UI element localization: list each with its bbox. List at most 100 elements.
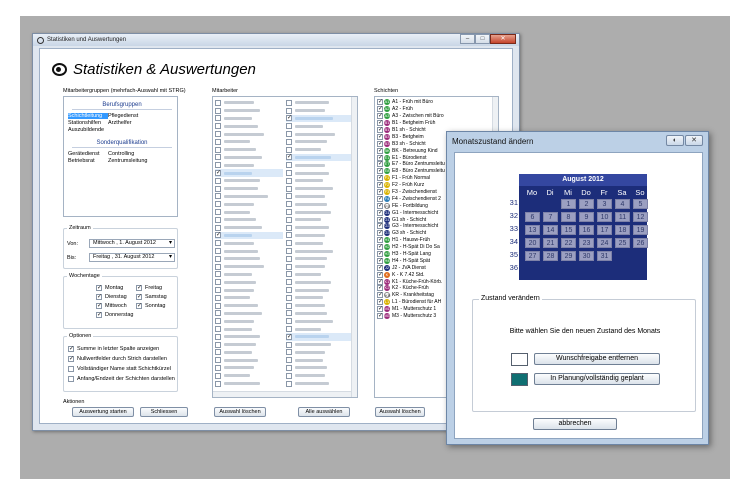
mitarbeiter-item[interactable] [215,99,283,107]
mitarbeiter-item[interactable] [286,380,352,388]
mitarbeiter-item[interactable] [286,341,352,349]
mitarbeiter-item[interactable] [215,325,283,333]
mitarbeiter-item[interactable] [215,317,283,325]
calendar-day[interactable]: 18 [615,225,630,235]
mitarbeiter-item[interactable] [286,349,352,357]
weekday-checkbox[interactable]: Sonntag [136,302,166,310]
mitarbeiter-item[interactable] [286,185,352,193]
calendar-day[interactable]: 29 [561,251,576,261]
mitarbeiter-item[interactable] [286,169,352,177]
mitarbeiter-item[interactable] [215,169,283,177]
mitarbeiter-item[interactable] [215,380,283,388]
mitarbeiter-item[interactable] [286,372,352,380]
mitarbeiter-item[interactable] [215,122,283,130]
mitarbeiter-item[interactable] [215,216,283,224]
mitarbeiter-item[interactable] [286,310,352,318]
mitarbeiter-item[interactable] [215,154,283,162]
calendar-day[interactable]: 12 [633,212,648,222]
bis-date-picker[interactable]: Freitag , 31. August 2012 [89,253,175,262]
mitarbeiter-item[interactable] [215,372,283,380]
mitarbeiter-item[interactable] [286,114,352,122]
weekday-checkbox[interactable]: Montag [96,284,123,292]
calendar-day[interactable]: 20 [525,238,540,248]
mitarbeiter-item[interactable] [215,263,283,271]
mitarbeiter-item[interactable] [215,146,283,154]
calendar-day[interactable]: 2 [579,199,594,209]
calendar-day[interactable]: 17 [597,225,612,235]
mitarbeiter-item[interactable] [215,302,283,310]
calendar-day[interactable]: 28 [543,251,558,261]
option-checkbox[interactable]: Anfang/Endzeit der Schichten darstellen [68,376,175,382]
mitarbeiter-item[interactable] [215,310,283,318]
mitarbeiter-item[interactable] [286,294,352,302]
schicht-item[interactable]: A3A3 - Zwischen mit Büro [377,113,489,120]
calendar-day[interactable]: 11 [615,212,630,222]
mitarbeiter-item[interactable] [286,122,352,130]
mitarbeiter-item[interactable] [286,263,352,271]
calendar-day[interactable]: 31 [597,251,612,261]
mitarbeiter-item[interactable] [286,286,352,294]
mitarbeiter-item[interactable] [215,247,283,255]
auswertung-starten-button[interactable]: Auswertung starten [72,407,134,417]
abbrechen-button[interactable]: abbrechen [533,418,617,430]
calendar-day[interactable]: 16 [579,225,594,235]
mitarbeiter-item[interactable] [286,255,352,263]
calendar-day[interactable]: 23 [579,238,594,248]
alle-auswaehlen-button[interactable]: Alle auswählen [298,407,350,417]
mitarbeiter-item[interactable] [286,161,352,169]
calendar-day[interactable]: 4 [615,199,630,209]
calendar-day[interactable]: 13 [525,225,540,235]
mitarbeiter-item[interactable] [286,146,352,154]
mitarbeiter-item[interactable] [215,255,283,263]
mitarbeiter-item[interactable] [286,138,352,146]
calendar-day[interactable]: 5 [633,199,648,209]
mitarbeiter-item[interactable] [215,294,283,302]
group-item[interactable]: Stationshilfen [68,120,108,126]
mitarbeiter-item[interactable] [215,130,283,138]
mitarbeiter-item[interactable] [215,224,283,232]
mitarbeiter-auswahl-loeschen-button[interactable]: Auswahl löschen [214,407,266,417]
schicht-item[interactable]: A2A2 - Früh [377,106,489,113]
calendar-day[interactable]: 19 [633,225,648,235]
mitarbeiter-item[interactable] [286,317,352,325]
mitarbeiter-item[interactable] [286,232,352,240]
mitarbeiter-item[interactable] [215,271,283,279]
maximize-button[interactable]: □ [475,34,490,44]
mitarbeiter-item[interactable] [286,216,352,224]
mitarbeiter-item[interactable] [215,193,283,201]
mitarbeiter-item[interactable] [215,115,283,123]
mitarbeiter-item[interactable] [286,356,352,364]
mitarbeiter-item[interactable] [215,286,283,294]
mitarbeiter-item[interactable] [286,208,352,216]
weekday-checkbox[interactable]: Samstag [136,293,167,301]
mitarbeiter-item[interactable] [286,99,352,107]
mitarbeiter-item[interactable] [286,200,352,208]
calendar-day[interactable]: 1 [561,199,576,209]
mitarbeiter-item[interactable] [286,333,352,341]
mitarbeiter-item[interactable] [286,177,352,185]
calendar-day[interactable]: 14 [543,225,558,235]
mitarbeiter-item[interactable] [215,231,283,239]
mitarbeiter-horizontal-scrollbar[interactable] [213,391,353,397]
mitarbeiter-item[interactable] [286,364,352,372]
mitarbeiter-vertical-scrollbar[interactable] [351,97,357,397]
calendar-day[interactable]: 24 [597,238,612,248]
option-checkbox[interactable]: Summe in letzter Spalte anzeigen [68,345,159,353]
calendar-day[interactable]: 26 [633,238,648,248]
mitarbeiter-item[interactable] [215,364,283,372]
group-item[interactable]: Auszubildende [68,127,108,133]
calendar-day[interactable]: 3 [597,199,612,209]
mitarbeiter-item[interactable] [215,278,283,286]
schicht-item[interactable]: A1A1 - Früh mit Büro [377,99,489,106]
wunschfreigabe-entfernen-button[interactable]: Wunschfreigabe entfernen [534,353,660,365]
mitarbeiter-item[interactable] [215,356,283,364]
calendar-day[interactable]: 25 [615,238,630,248]
schicht-item[interactable]: B1B1 - Betgheim Früh [377,120,489,127]
group-item[interactable]: Schichtleitung [68,112,108,119]
mitarbeiter-item[interactable] [286,107,352,115]
mitarbeiter-item[interactable] [286,224,352,232]
calendar-day[interactable]: 15 [561,225,576,235]
option-checkbox[interactable]: Nullwertfelder durch Strich darstellen [68,355,167,363]
calendar-day[interactable]: 8 [561,212,576,222]
group-item[interactable]: Pflegedienst [108,113,168,119]
